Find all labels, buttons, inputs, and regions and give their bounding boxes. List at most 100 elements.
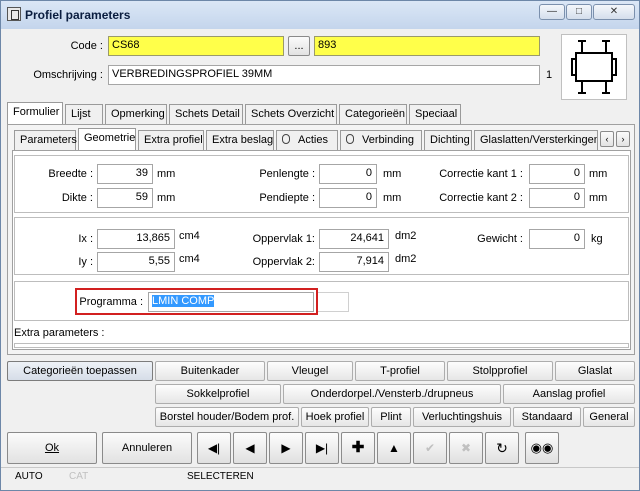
- categorieen-toepassen-button[interactable]: Categorieën toepassen: [7, 361, 153, 381]
- status-state: SELECTEREN: [187, 471, 254, 482]
- correctie2-label: Correctie kant 2 :: [439, 192, 523, 204]
- tab-scroll-left-button[interactable]: ‹: [600, 131, 614, 147]
- next-record-button[interactable]: ▶: [269, 432, 303, 464]
- cat-standaard[interactable]: Standaard: [513, 407, 581, 427]
- tab-scroll-right-button[interactable]: ›: [616, 131, 630, 147]
- up-icon: ▲: [388, 441, 400, 455]
- cat-stolpprofiel[interactable]: Stolpprofiel: [447, 361, 553, 381]
- code-label: Code :: [70, 40, 103, 52]
- first-record-button[interactable]: ◀​|: [197, 432, 231, 464]
- oppervlak2-input[interactable]: 7,914: [319, 252, 389, 272]
- tab-schets-detail[interactable]: Schets Detail: [169, 104, 243, 124]
- profiel-parameters-window: Profiel parameters — □ ✕ Code : CS68 ...…: [0, 0, 640, 491]
- cat-verluchtingshuis[interactable]: Verluchtingshuis: [413, 407, 511, 427]
- cancel-edit-button[interactable]: ✖: [449, 432, 483, 464]
- subtab-acties-label: Acties: [298, 134, 328, 146]
- maximize-icon: □: [575, 6, 583, 17]
- omschrijving-input[interactable]: VERBREDINGSPROFIEL 39MM: [108, 65, 540, 85]
- dikte-input[interactable]: 59: [97, 188, 153, 208]
- gewicht-input[interactable]: 0: [529, 229, 585, 249]
- subtab-dichting[interactable]: Dichting: [424, 130, 472, 150]
- add-record-button[interactable]: ✚: [341, 432, 375, 464]
- programma-extra-input[interactable]: [317, 292, 349, 312]
- cat-borstel-houder[interactable]: Borstel houder/Bodem prof.: [155, 407, 299, 427]
- subtab-extra-profiel[interactable]: Extra profiel: [138, 130, 204, 150]
- minimize-icon: —: [547, 6, 557, 17]
- browse-code-button[interactable]: ...: [288, 36, 310, 56]
- correctie1-input[interactable]: 0: [529, 164, 585, 184]
- tab-categorieen[interactable]: Categorieën: [339, 104, 407, 124]
- breedte-unit: mm: [157, 168, 176, 180]
- cat-hoek-profiel[interactable]: Hoek profiel: [301, 407, 369, 427]
- dikte-unit: mm: [157, 192, 176, 204]
- cat-onderdorpel[interactable]: Onderdorpel./Vensterb./drupneus: [283, 384, 501, 404]
- last-record-button[interactable]: ▶|: [305, 432, 339, 464]
- gewicht-label: Gewicht :: [477, 233, 523, 245]
- correctie1-unit: mm: [589, 168, 608, 180]
- cat-glaslat[interactable]: Glaslat: [555, 361, 635, 381]
- cat-aanslag-profiel[interactable]: Aanslag profiel: [503, 384, 635, 404]
- binoculars-icon: ◉◉: [530, 440, 554, 455]
- subtab-glaslatten[interactable]: Glaslatten/Versterkingen: [474, 130, 598, 150]
- penlengte-input[interactable]: 0: [319, 164, 377, 184]
- cat-buitenkader[interactable]: Buitenkader: [155, 361, 265, 381]
- dikte-label: Dikte :: [61, 192, 93, 204]
- add-icon: ✚: [351, 439, 365, 456]
- app-icon: [7, 7, 21, 21]
- tab-speciaal[interactable]: Speciaal: [409, 104, 461, 124]
- ix-unit: cm4: [179, 230, 200, 242]
- record-counter: 1: [546, 69, 553, 81]
- cat-general[interactable]: General: [583, 407, 635, 427]
- status-mode: AUTO: [15, 471, 43, 482]
- penlengte-label: Penlengte :: [259, 168, 315, 180]
- ok-button[interactable]: Ok: [7, 432, 97, 464]
- refresh-icon: ↻: [496, 440, 508, 456]
- close-button[interactable]: ✕: [593, 4, 635, 20]
- tab-opmerking[interactable]: Opmerking: [105, 104, 167, 124]
- minimize-button[interactable]: —: [539, 4, 565, 20]
- gewicht-unit: kg: [591, 233, 603, 245]
- extra-parameters-area[interactable]: [14, 343, 629, 348]
- confirm-button[interactable]: ✔: [413, 432, 447, 464]
- cat-vleugel[interactable]: Vleugel: [267, 361, 353, 381]
- iy-input[interactable]: 5,55: [97, 252, 175, 272]
- subtab-extra-beslag[interactable]: Extra beslag: [206, 130, 274, 150]
- paperclip-icon: [346, 134, 354, 144]
- title-bar: Profiel parameters — □ ✕: [1, 1, 639, 29]
- subtab-geometrie[interactable]: Geometrie: [78, 128, 136, 150]
- code-number-input[interactable]: 893: [314, 36, 540, 56]
- status-cat: CAT: [69, 471, 89, 482]
- correctie2-input[interactable]: 0: [529, 188, 585, 208]
- penlengte-unit: mm: [383, 168, 402, 180]
- tab-formulier[interactable]: Formulier: [7, 102, 63, 124]
- next-record-icon: ▶: [281, 441, 291, 455]
- up-button[interactable]: ▲: [377, 432, 411, 464]
- tab-schets-overzicht[interactable]: Schets Overzicht: [245, 104, 337, 124]
- correctie2-unit: mm: [589, 192, 608, 204]
- subtab-parameters[interactable]: Parameters: [14, 130, 77, 150]
- iy-label: Iy :: [78, 256, 93, 268]
- refresh-button[interactable]: ↻: [485, 432, 519, 464]
- status-divider: [1, 467, 639, 468]
- cat-plint[interactable]: Plint: [371, 407, 411, 427]
- cat-t-profiel[interactable]: T-profiel: [355, 361, 445, 381]
- tab-lijst[interactable]: Lijst: [65, 104, 103, 124]
- oppervlak1-input[interactable]: 24,641: [319, 229, 389, 249]
- subtab-acties[interactable]: Acties: [276, 130, 338, 150]
- extra-parameters-label: Extra parameters :: [14, 327, 105, 339]
- previous-record-button[interactable]: ◀: [233, 432, 267, 464]
- chevron-right-icon: ›: [621, 134, 625, 144]
- omschrijving-label: Omschrijving :: [33, 69, 103, 81]
- subtab-verbinding[interactable]: Verbinding: [340, 130, 422, 150]
- oppervlak1-label: Oppervlak 1:: [252, 233, 315, 245]
- maximize-button[interactable]: □: [566, 4, 592, 20]
- pendiepte-input[interactable]: 0: [319, 188, 377, 208]
- oppervlak2-unit: dm2: [395, 253, 417, 265]
- search-button[interactable]: ◉◉: [525, 432, 559, 464]
- profile-drawing-icon: [571, 40, 617, 94]
- ix-input[interactable]: 13,865: [97, 229, 175, 249]
- breedte-input[interactable]: 39: [97, 164, 153, 184]
- annuleren-button[interactable]: Annuleren: [102, 432, 192, 464]
- cat-sokkelprofiel[interactable]: Sokkelprofiel: [155, 384, 281, 404]
- code-input[interactable]: CS68: [108, 36, 284, 56]
